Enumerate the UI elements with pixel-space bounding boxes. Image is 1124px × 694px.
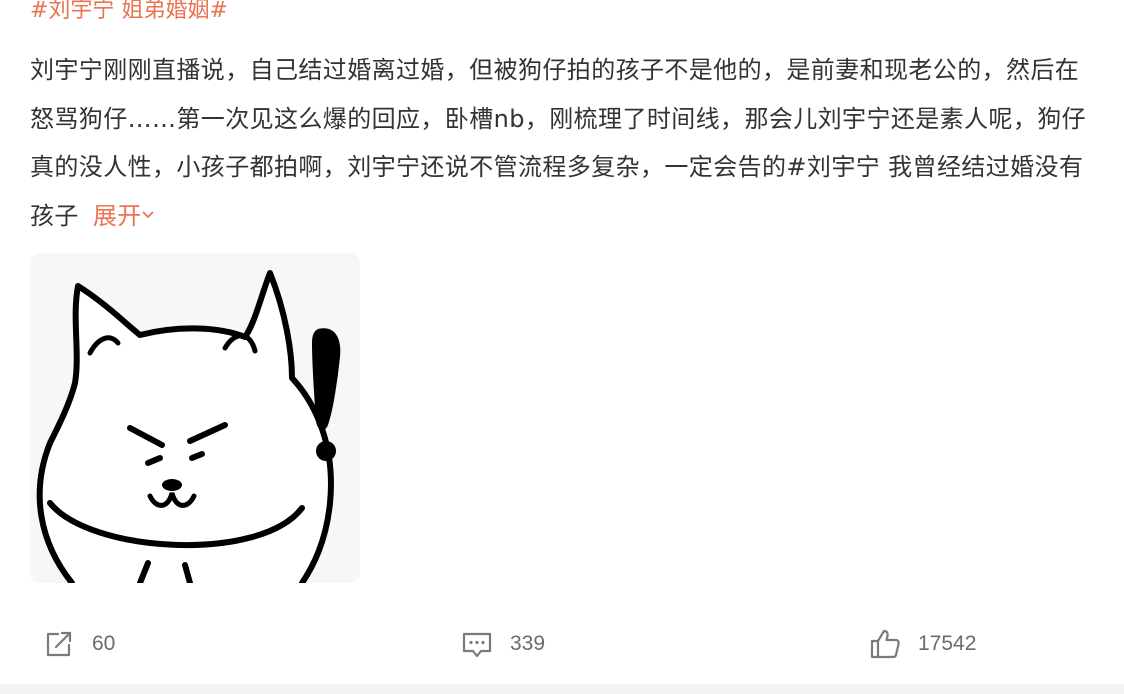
cat-exclamation-sticker [30,253,360,583]
like-button[interactable]: 17542 [868,626,976,662]
topic-tag-marriage[interactable]: 姐弟婚姻# [121,0,227,23]
post-body: 刘宇宁刚刚直播说，自己结过婚离过婚，但被狗仔拍的孩子不是他的，是前妻和现老公的，… [30,46,1100,240]
share-icon [46,631,72,657]
topic-tags: #刘宇宁 姐弟婚姻# [30,0,228,28]
repost-count: 60 [92,632,116,655]
comment-icon [462,632,492,658]
comment-button[interactable]: 339 [460,626,545,662]
post-image[interactable] [30,253,360,583]
repost-button[interactable]: 60 [42,626,115,662]
expand-label: 展开 [92,201,142,230]
weibo-post-card: #刘宇宁 姐弟婚姻# 刘宇宁刚刚直播说，自己结过婚离过婚，但被狗仔拍的孩子不是他… [0,0,1124,694]
thumbs-up-icon [870,629,900,659]
action-bar: 60 339 17542 [0,612,1124,676]
divider [0,684,1124,694]
expand-button[interactable]: 展开 [93,202,154,230]
comment-count: 339 [510,632,546,655]
like-count: 17542 [918,632,977,655]
chevron-down-icon [142,211,154,218]
topic-tag-liuyuning[interactable]: #刘宇宁 [30,0,114,23]
